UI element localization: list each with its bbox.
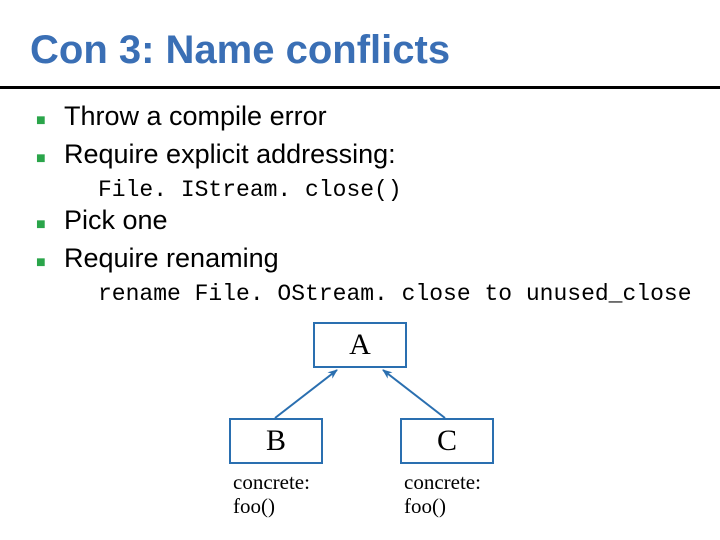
bullet-mark-icon: ■ bbox=[36, 106, 64, 136]
bullet-text: Require explicit addressing: bbox=[64, 138, 396, 170]
node-c-caption: concrete: foo() bbox=[404, 470, 481, 518]
caption-line: foo() bbox=[404, 494, 446, 518]
node-b: B bbox=[229, 418, 323, 464]
bullet-mark-icon: ■ bbox=[36, 144, 64, 174]
slide: Con 3: Name conflicts ■ Throw a compile … bbox=[0, 0, 720, 540]
node-c-label: C bbox=[437, 424, 457, 457]
code-line: rename File. OStream. close to unused_cl… bbox=[98, 280, 700, 308]
node-a: A bbox=[313, 322, 407, 368]
node-a-label: A bbox=[349, 328, 371, 361]
bullet-text: Require renaming bbox=[64, 242, 279, 274]
horizontal-rule bbox=[0, 86, 720, 89]
slide-title: Con 3: Name conflicts bbox=[30, 28, 450, 73]
node-b-caption: concrete: foo() bbox=[233, 470, 310, 518]
bullet-item: ■ Require explicit addressing: bbox=[36, 138, 700, 174]
bullet-item: ■ Throw a compile error bbox=[36, 100, 700, 136]
caption-line: concrete: bbox=[404, 470, 481, 494]
caption-line: foo() bbox=[233, 494, 275, 518]
node-b-label: B bbox=[266, 424, 286, 457]
slide-body: ■ Throw a compile error ■ Require explic… bbox=[36, 100, 700, 308]
bullet-mark-icon: ■ bbox=[36, 210, 64, 240]
diagram: A B concrete: foo() C concrete: foo() bbox=[0, 310, 720, 540]
node-c: C bbox=[400, 418, 494, 464]
bullet-text: Throw a compile error bbox=[64, 100, 327, 132]
code-line: File. IStream. close() bbox=[98, 176, 700, 204]
bullet-item: ■ Require renaming bbox=[36, 242, 700, 278]
bullet-mark-icon: ■ bbox=[36, 248, 64, 278]
bullet-item: ■ Pick one bbox=[36, 204, 700, 240]
caption-line: concrete: bbox=[233, 470, 310, 494]
bullet-text: Pick one bbox=[64, 204, 168, 236]
